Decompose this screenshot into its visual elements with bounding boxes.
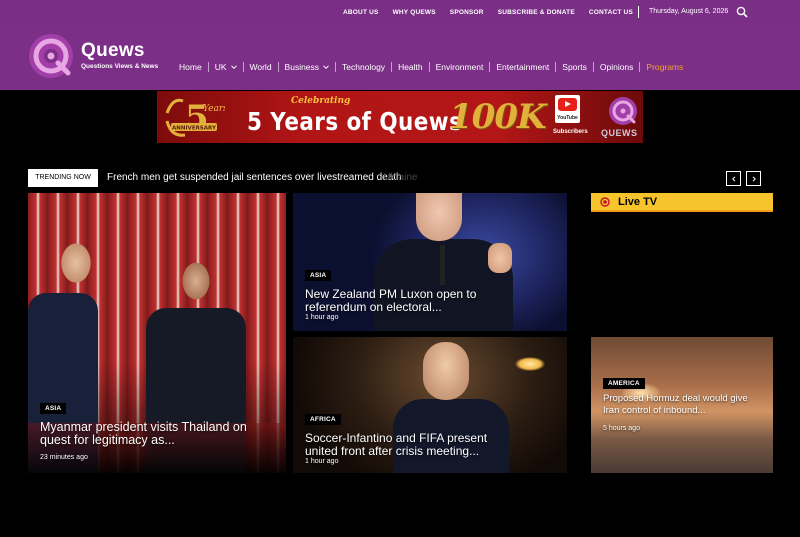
article-card[interactable]: ASIA New Zealand PM Luxon open to refere… (293, 193, 567, 331)
current-date: Thursday, August 6, 2026 (649, 8, 729, 15)
nav-label: UK (214, 62, 227, 72)
article-card[interactable]: AMERICA Proposed Hormuz deal would give … (591, 337, 773, 473)
site-tagline: Questions Views & News (81, 63, 159, 70)
trending-next-fragment: Ukraine (383, 172, 418, 183)
article-time: 1 hour ago (305, 458, 339, 465)
category-tag[interactable]: AMERICA (603, 378, 645, 389)
article-title[interactable]: New Zealand PM Luxon open to referendum … (305, 288, 505, 314)
article-card[interactable]: AFRICA Soccer-Infantino and FIFA present… (293, 337, 567, 473)
live-record-icon (600, 197, 610, 207)
banner-brand: QUEWS (601, 128, 638, 138)
site-brand[interactable]: Quews (81, 40, 145, 62)
top-links: ABOUT US WHY QUEWS SPONSOR SUBSCRIBE & D… (343, 0, 633, 24)
search-icon[interactable] (736, 6, 748, 18)
nav-label: World (249, 62, 272, 72)
quews-logo-icon[interactable] (28, 33, 74, 79)
article-title[interactable]: Myanmar president visits Thailand on que… (40, 421, 270, 447)
about-us-link[interactable]: ABOUT US (343, 9, 379, 16)
nav-label: Sports (562, 62, 587, 72)
nav-label: Environment (435, 62, 484, 72)
main-nav: Home UK World Business Technology Health… (179, 60, 689, 74)
nav-home[interactable]: Home (179, 62, 208, 72)
nav-programs[interactable]: Programs (639, 62, 689, 72)
nav-uk[interactable]: UK (207, 62, 243, 72)
article-card[interactable]: ASIA Myanmar president visits Thailand o… (28, 193, 286, 473)
nav-opinions[interactable]: Opinions (592, 62, 640, 72)
nav-label: Entertainment (496, 62, 550, 72)
nav-environment[interactable]: Environment (428, 62, 490, 72)
photo-lamp (515, 357, 545, 371)
top-utility-bar: ABOUT US WHY QUEWS SPONSOR SUBSCRIBE & D… (0, 0, 800, 24)
nav-label: Technology (342, 62, 386, 72)
play-icon (558, 98, 577, 111)
quews-logo-icon (609, 97, 637, 125)
nav-sports[interactable]: Sports (555, 62, 593, 72)
article-title[interactable]: Proposed Hormuz deal would give Iran con… (603, 393, 763, 417)
svg-text:Years: Years (203, 104, 225, 114)
anniversary-badge-icon: 5 Years ANNIVERSARY (165, 98, 225, 138)
nav-label: Opinions (599, 62, 634, 72)
nav-world[interactable]: World (242, 62, 278, 72)
nav-entertainment[interactable]: Entertainment (489, 62, 555, 72)
category-tag[interactable]: ASIA (40, 403, 67, 414)
nav-label: Health (398, 62, 423, 72)
nav-label: Programs (646, 62, 684, 72)
nav-label: Business (284, 62, 320, 72)
trending-label: TRENDING NOW (28, 169, 98, 187)
anniversary-banner[interactable]: 5 Years ANNIVERSARY Celebrating 5 Years … (157, 91, 643, 143)
nav-business[interactable]: Business (277, 62, 336, 72)
chevron-left-icon (731, 175, 735, 182)
article-time: 5 hours ago (603, 425, 640, 432)
article-time: 1 hour ago (305, 314, 339, 321)
trending-next-button[interactable] (746, 171, 761, 186)
divider (638, 6, 639, 18)
article-title[interactable]: Soccer-Infantino and FIFA present united… (305, 432, 515, 458)
category-tag[interactable]: AFRICA (305, 414, 341, 425)
nav-label: Home (179, 62, 202, 72)
youtube-label: YouTube (557, 115, 578, 121)
banner-celebrating: Celebrating (291, 96, 351, 106)
photo-microphone (440, 245, 445, 285)
sponsor-link[interactable]: SPONSOR (450, 9, 484, 16)
chevron-right-icon (752, 175, 756, 182)
live-tv-label: Live TV (618, 196, 658, 208)
site-header: Quews Questions Views & News Home UK Wor… (0, 24, 800, 90)
contact-us-link[interactable]: CONTACT US (589, 9, 633, 16)
why-quews-link[interactable]: WHY QUEWS (393, 9, 436, 16)
live-tv-header[interactable]: Live TV (591, 193, 773, 212)
svg-text:ANNIVERSARY: ANNIVERSARY (172, 126, 217, 132)
photo-figure (423, 342, 469, 400)
trending-headline[interactable]: French men get suspended jail sentences … (107, 169, 402, 187)
banner-subscribers: Subscribers (553, 129, 588, 135)
trending-prev-button[interactable] (726, 171, 741, 186)
banner-headline: 5 Years of Quews (247, 107, 463, 136)
nav-health[interactable]: Health (391, 62, 429, 72)
photo-hand (488, 243, 512, 273)
article-time: 23 minutes ago (40, 454, 88, 461)
banner-milestone: 100K (449, 97, 547, 137)
chevron-down-icon (323, 65, 329, 70)
nav-technology[interactable]: Technology (335, 62, 391, 72)
subscribe-donate-link[interactable]: SUBSCRIBE & DONATE (498, 9, 575, 16)
category-tag[interactable]: ASIA (305, 270, 332, 281)
photo-figure (416, 193, 462, 241)
chevron-down-icon (230, 65, 237, 70)
youtube-icon: YouTube (555, 95, 580, 123)
